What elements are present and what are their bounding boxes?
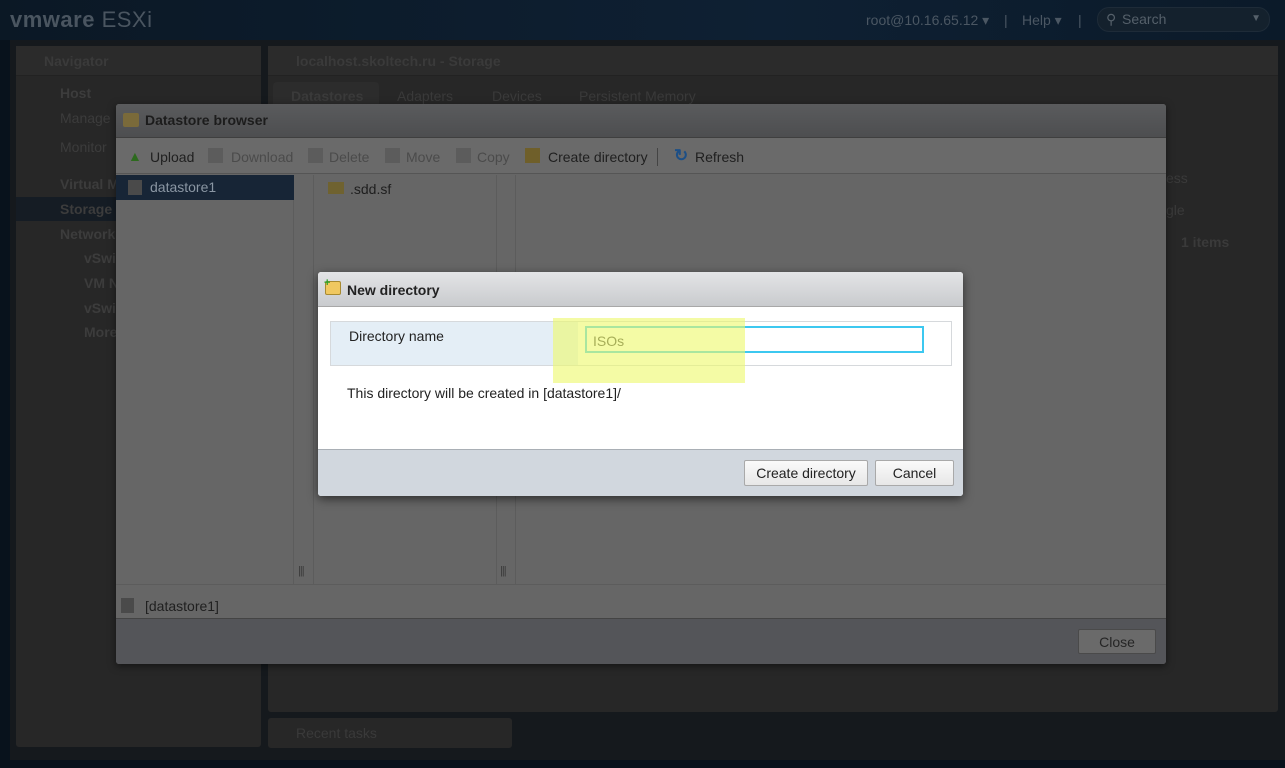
download-icon bbox=[208, 148, 223, 163]
copy-icon bbox=[456, 148, 471, 163]
column-header[interactable]: ess bbox=[1166, 170, 1188, 186]
download-button[interactable]: Download bbox=[231, 149, 293, 165]
nav-more[interactable]: More bbox=[84, 324, 117, 340]
create-directory-button[interactable]: Create directory bbox=[744, 460, 868, 486]
upload-button[interactable]: Upload bbox=[150, 149, 194, 165]
delete-icon bbox=[308, 148, 323, 163]
nav-vswitch[interactable]: vSwi bbox=[84, 300, 116, 316]
folder-add-icon bbox=[525, 148, 540, 163]
help-menu[interactable]: Help ▾ bbox=[1022, 12, 1062, 29]
directory-name-label: Directory name bbox=[331, 322, 578, 365]
nav-host[interactable]: Host bbox=[60, 85, 91, 101]
tab-adapters[interactable]: Adapters bbox=[397, 88, 453, 104]
move-button[interactable]: Move bbox=[406, 149, 440, 165]
refresh-button[interactable]: Refresh bbox=[695, 149, 744, 165]
move-icon bbox=[385, 148, 400, 163]
storage-header: localhost.skoltech.ru - Storage bbox=[268, 46, 1278, 76]
delete-button[interactable]: Delete bbox=[329, 149, 369, 165]
nav-virtual-machines[interactable]: Virtual M bbox=[60, 176, 119, 192]
datastore-row-selected[interactable]: datastore1 bbox=[116, 175, 294, 200]
column-resize-handle[interactable]: ||| bbox=[500, 565, 507, 577]
nav-vswitch[interactable]: vSwi bbox=[84, 250, 116, 266]
datastore-browser-title: Datastore browser bbox=[116, 104, 1166, 138]
user-menu[interactable]: root@10.16.65.12 ▾ bbox=[866, 12, 989, 29]
datastore-list: datastore1 bbox=[116, 175, 294, 585]
item-count: 1 items bbox=[1181, 234, 1230, 250]
column-resize-handle[interactable]: ||| bbox=[298, 565, 305, 577]
toolbar-divider bbox=[657, 148, 658, 166]
search-icon: ⚲ bbox=[1106, 11, 1117, 27]
current-path: [datastore1] bbox=[116, 584, 1166, 618]
dialog-footer: Create directory Cancel bbox=[318, 449, 963, 496]
datastore-browser-icon bbox=[123, 113, 139, 127]
dialog-footer: Close bbox=[116, 618, 1166, 664]
chevron-down-icon[interactable]: ▼ bbox=[1251, 13, 1261, 24]
divider: | bbox=[1004, 12, 1008, 28]
search-input[interactable]: ⚲ Search ▼ bbox=[1097, 7, 1270, 32]
tab-datastores[interactable]: Datastores bbox=[291, 88, 363, 104]
create-directory-button[interactable]: Create directory bbox=[548, 149, 648, 165]
datastore-icon bbox=[121, 598, 134, 613]
nav-manage[interactable]: Manage bbox=[60, 110, 111, 126]
top-bar: vmware ESXi root@10.16.65.12 ▾ | Help ▾ … bbox=[0, 0, 1285, 40]
copy-button[interactable]: Copy bbox=[477, 149, 510, 165]
datastore-icon bbox=[128, 180, 142, 195]
column-divider bbox=[313, 175, 314, 585]
nav-monitor[interactable]: Monitor bbox=[60, 139, 107, 155]
nav-networking[interactable]: Networki bbox=[60, 226, 119, 242]
file-item[interactable]: .sdd.sf bbox=[328, 181, 391, 197]
new-directory-title: New directory bbox=[318, 272, 963, 307]
nav-vm-network[interactable]: VM N bbox=[84, 275, 119, 291]
upload-icon: ▲ bbox=[128, 148, 142, 164]
folder-add-icon: + bbox=[324, 277, 341, 295]
new-directory-dialog: New directory + Directory name This dire… bbox=[318, 272, 963, 496]
directory-location-note: This directory will be created in [datas… bbox=[347, 385, 621, 401]
tab-persistent-memory[interactable]: Persistent Memory bbox=[579, 88, 696, 104]
recent-tasks[interactable]: Recent tasks bbox=[268, 718, 512, 748]
cancel-button[interactable]: Cancel bbox=[875, 460, 954, 486]
close-button[interactable]: Close bbox=[1078, 629, 1156, 654]
click-highlight bbox=[553, 318, 745, 383]
divider: | bbox=[1078, 12, 1082, 28]
nav-storage[interactable]: Storage bbox=[60, 201, 112, 217]
table-cell: gle bbox=[1166, 202, 1185, 218]
navigator-header: Navigator bbox=[16, 46, 261, 76]
folder-icon bbox=[328, 182, 344, 194]
refresh-icon: ↻ bbox=[674, 146, 689, 165]
toolbar: ▲ Upload Download Delete Move Copy Creat… bbox=[116, 138, 1166, 174]
vmware-esxi-logo: vmware ESXi bbox=[10, 7, 153, 32]
tab-devices[interactable]: Devices bbox=[492, 88, 542, 104]
